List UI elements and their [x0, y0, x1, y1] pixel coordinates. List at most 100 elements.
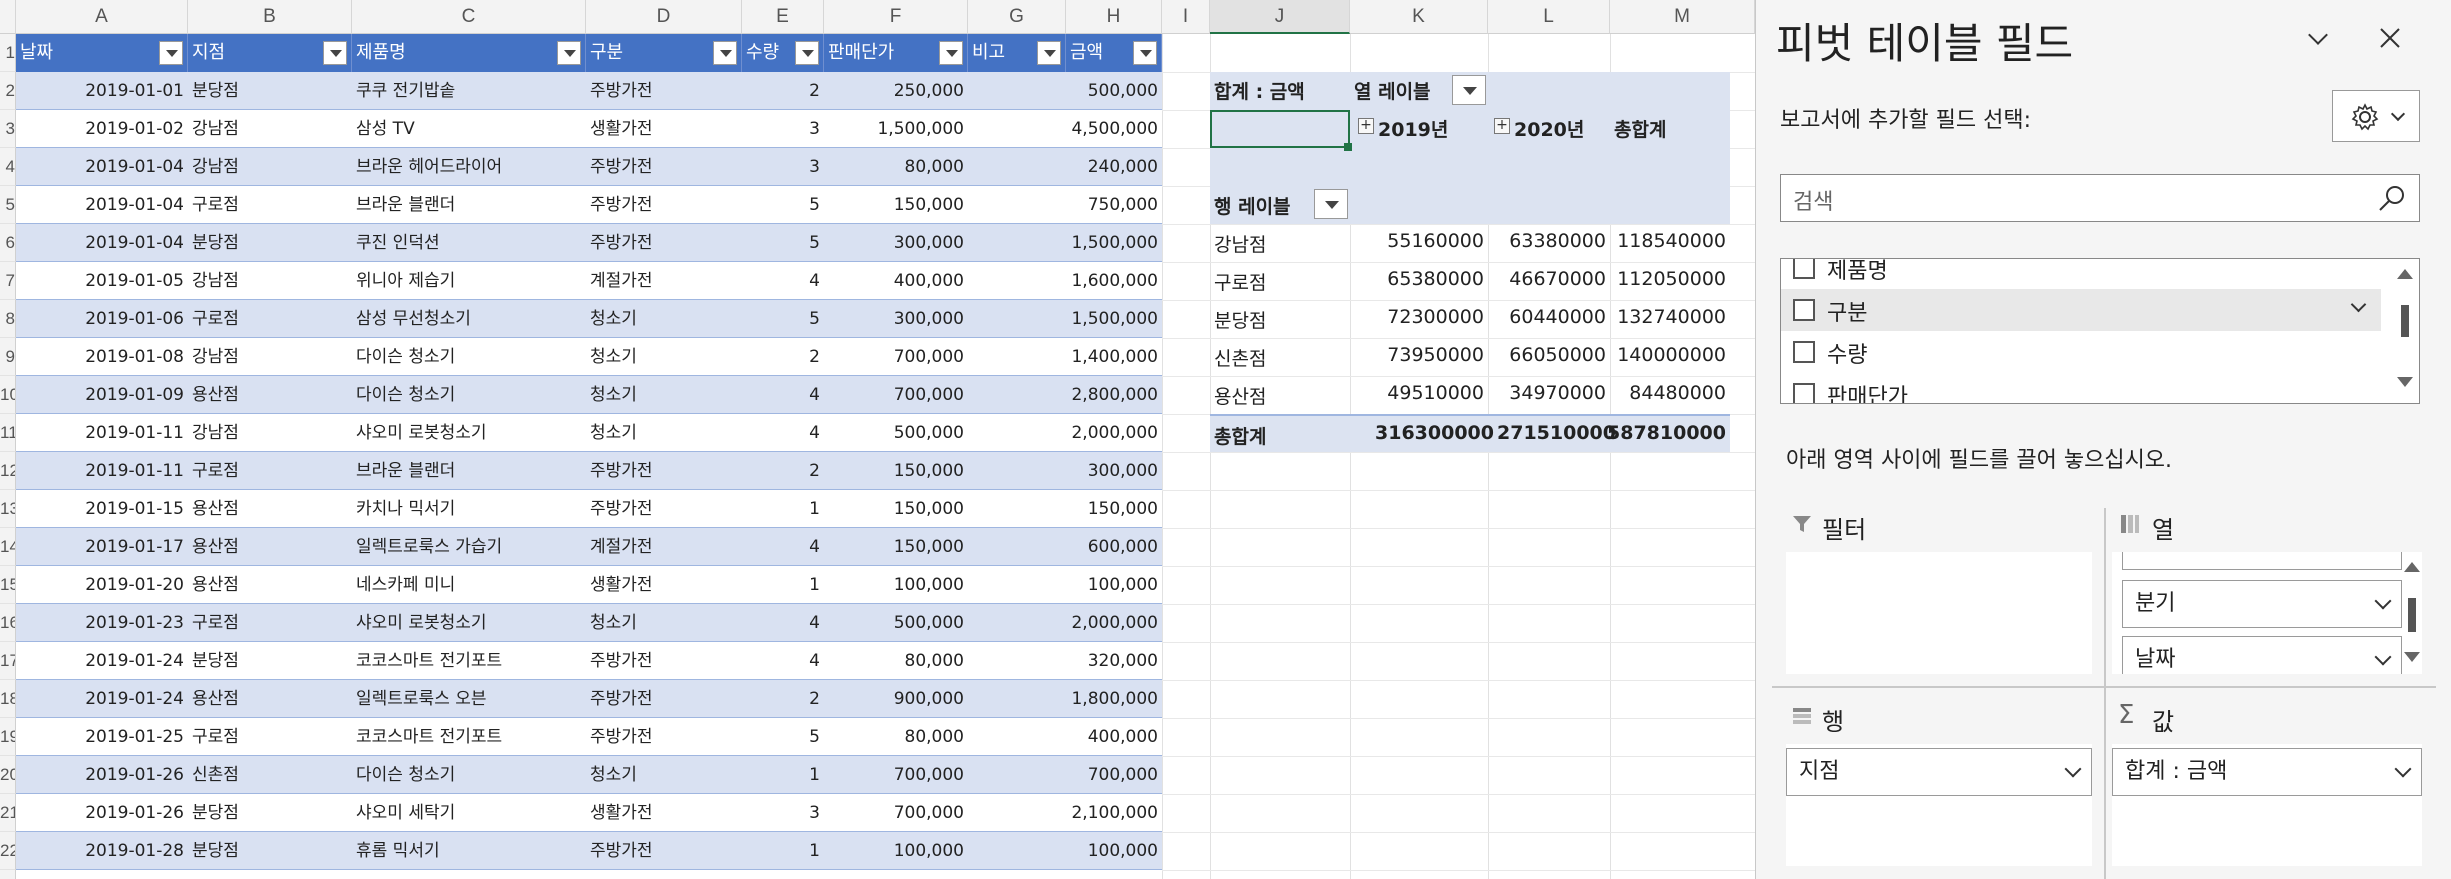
search-icon[interactable] — [2377, 183, 2407, 213]
row-header[interactable]: 9 — [0, 338, 16, 376]
cell-date[interactable]: 2019-01-26 — [16, 756, 188, 794]
cell-price[interactable]: 80,000 — [824, 148, 968, 186]
field-search-box[interactable]: 검색 — [1780, 174, 2420, 222]
cell-note[interactable] — [968, 642, 1066, 680]
cell-category[interactable]: 생활가전 — [586, 110, 742, 148]
table-header-branch[interactable]: 지점 — [188, 34, 352, 72]
cell-product[interactable]: 쿠쿠 전기밥솥 — [352, 72, 586, 110]
filter-dropdown-icon[interactable] — [1037, 41, 1061, 65]
cell-price[interactable]: 250,000 — [824, 72, 968, 110]
cell-qty[interactable]: 3 — [742, 110, 824, 148]
cell-product[interactable]: 샤오미 세탁기 — [352, 794, 586, 832]
column-field-quarter[interactable]: 분기 — [2122, 580, 2402, 628]
table-header-amount[interactable]: 금액 — [1066, 34, 1162, 72]
table-header-product[interactable]: 제품명 — [352, 34, 586, 72]
pivot-value-2019[interactable]: 72300000 — [1387, 306, 1484, 328]
cell-branch[interactable]: 분당점 — [188, 832, 352, 870]
cell-amount[interactable]: 320,000 — [1066, 642, 1162, 680]
column-header-l[interactable]: L — [1488, 0, 1610, 34]
row-header[interactable]: 20 — [0, 756, 16, 794]
cell-note[interactable] — [968, 756, 1066, 794]
cell-product[interactable]: 샤오미 로봇청소기 — [352, 604, 586, 642]
cell-qty[interactable]: 4 — [742, 604, 824, 642]
cell-branch[interactable]: 용산점 — [188, 566, 352, 604]
cell-amount[interactable]: 4,500,000 — [1066, 110, 1162, 148]
cell-qty[interactable]: 4 — [742, 414, 824, 452]
row-header[interactable]: 19 — [0, 718, 16, 756]
cell-product[interactable]: 네스카페 미니 — [352, 566, 586, 604]
cell-date[interactable]: 2019-01-28 — [16, 832, 188, 870]
cell-date[interactable]: 2019-01-25 — [16, 718, 188, 756]
spreadsheet-grid[interactable]: A B C D E F G H I J K L M 12345678910111… — [0, 0, 1755, 879]
cell-product[interactable]: 브라운 헤어드라이어 — [352, 148, 586, 186]
pivot-value-2019[interactable]: 65380000 — [1387, 268, 1484, 290]
active-cell[interactable] — [1210, 110, 1350, 148]
cell-qty[interactable]: 1 — [742, 490, 824, 528]
row-header[interactable]: 12 — [0, 452, 16, 490]
cell-note[interactable] — [968, 604, 1066, 642]
filter-drop-area[interactable] — [1786, 552, 2092, 674]
cell-amount[interactable]: 100,000 — [1066, 832, 1162, 870]
cell-note[interactable] — [968, 566, 1066, 604]
cell-product[interactable]: 다이슨 청소기 — [352, 338, 586, 376]
cell-price[interactable]: 900,000 — [824, 680, 968, 718]
field-checkbox[interactable] — [1793, 299, 1815, 321]
cell-branch[interactable]: 강남점 — [188, 148, 352, 186]
cell-note[interactable] — [968, 338, 1066, 376]
value-field-sum-amount[interactable]: 합계 : 금액 — [2112, 748, 2422, 796]
pivot-value-2020[interactable]: 66050000 — [1509, 344, 1606, 366]
row-header[interactable]: 18 — [0, 680, 16, 718]
row-header[interactable]: 3 — [0, 110, 16, 148]
column-header-h[interactable]: H — [1066, 0, 1162, 34]
cell-price[interactable]: 100,000 — [824, 566, 968, 604]
fill-handle[interactable] — [1344, 143, 1352, 151]
cell-amount[interactable]: 1,500,000 — [1066, 224, 1162, 262]
table-header-note[interactable]: 비고 — [968, 34, 1066, 72]
cell-amount[interactable]: 400,000 — [1066, 718, 1162, 756]
filter-dropdown-icon[interactable] — [713, 41, 737, 65]
cell-category[interactable]: 계절가전 — [586, 528, 742, 566]
column-header-e[interactable]: E — [742, 0, 824, 34]
cell-amount[interactable]: 1,400,000 — [1066, 338, 1162, 376]
cell-category[interactable]: 청소기 — [586, 414, 742, 452]
cell-note[interactable] — [968, 718, 1066, 756]
cell-category[interactable]: 청소기 — [586, 338, 742, 376]
cell-date[interactable]: 2019-01-09 — [16, 376, 188, 414]
cell-price[interactable]: 1,500,000 — [824, 110, 968, 148]
row-header[interactable]: 2 — [0, 72, 16, 110]
filter-dropdown-icon[interactable] — [1133, 41, 1157, 65]
pivot-value-2019[interactable]: 55160000 — [1387, 230, 1484, 252]
cell-category[interactable]: 생활가전 — [586, 566, 742, 604]
table-header-price[interactable]: 판매단가 — [824, 34, 968, 72]
cell-product[interactable]: 샤오미 로봇청소기 — [352, 414, 586, 452]
pivot-value-2020[interactable]: 34970000 — [1509, 382, 1606, 404]
cell-branch[interactable]: 신촌점 — [188, 756, 352, 794]
row-header[interactable]: 4 — [0, 148, 16, 186]
row-header[interactable]: 16 — [0, 604, 16, 642]
cell-date[interactable]: 2019-01-05 — [16, 262, 188, 300]
cell-note[interactable] — [968, 300, 1066, 338]
table-header-category[interactable]: 구분 — [586, 34, 742, 72]
cell-qty[interactable]: 2 — [742, 680, 824, 718]
field-list-scrollbar-thumb[interactable] — [2401, 305, 2409, 337]
table-header-date[interactable]: 날짜 — [16, 34, 188, 72]
cell-amount[interactable]: 1,500,000 — [1066, 300, 1162, 338]
field-item[interactable]: 구분 — [1781, 289, 2381, 331]
cell-qty[interactable]: 5 — [742, 300, 824, 338]
column-header-d[interactable]: D — [586, 0, 742, 34]
cell-branch[interactable]: 구로점 — [188, 186, 352, 224]
pivot-value-2020[interactable]: 46670000 — [1509, 268, 1606, 290]
cell-qty[interactable]: 5 — [742, 224, 824, 262]
pivot-row-label[interactable]: 신촌점 — [1214, 344, 1266, 371]
row-header[interactable]: 15 — [0, 566, 16, 604]
row-header[interactable]: 1 — [0, 34, 16, 72]
row-header[interactable]: 5 — [0, 186, 16, 224]
cell-product[interactable]: 위니아 제습기 — [352, 262, 586, 300]
cell-date[interactable]: 2019-01-17 — [16, 528, 188, 566]
cell-price[interactable]: 700,000 — [824, 794, 968, 832]
cell-product[interactable]: 브라운 블랜더 — [352, 452, 586, 490]
cell-amount[interactable]: 1,800,000 — [1066, 680, 1162, 718]
close-icon[interactable] — [2376, 24, 2404, 52]
cell-amount[interactable]: 100,000 — [1066, 566, 1162, 604]
cell-qty[interactable]: 5 — [742, 718, 824, 756]
